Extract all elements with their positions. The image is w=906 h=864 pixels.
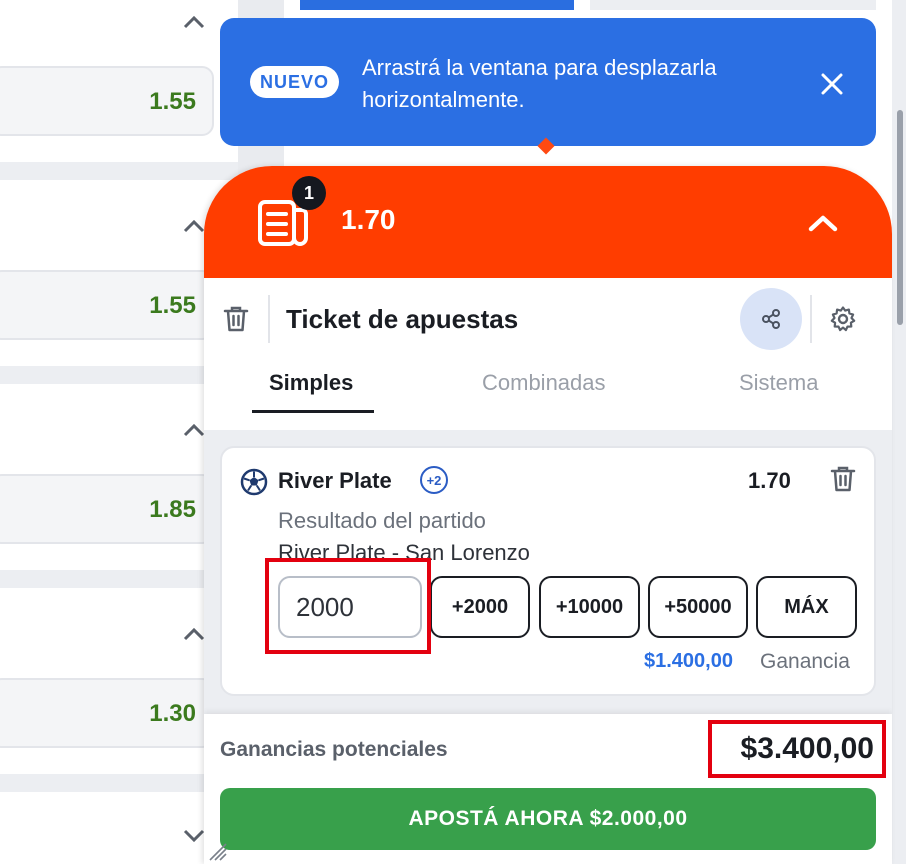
odds-value: 1.55 <box>149 88 196 115</box>
tab-combinadas[interactable]: Combinadas <box>482 370 606 396</box>
background-odds-list: 1.55 1.55 1.85 1.30 <box>0 0 238 864</box>
divider <box>810 295 812 343</box>
trash-icon <box>223 306 249 332</box>
close-icon <box>821 73 843 95</box>
market-card <box>0 792 238 864</box>
toast-message: Arrastrá la ventana para desplazarla hor… <box>362 55 717 112</box>
potential-winnings-highlight-box <box>708 720 886 778</box>
settings-button[interactable] <box>826 302 860 336</box>
slip-title: Ticket de apuestas <box>286 304 519 334</box>
remove-selection-button[interactable] <box>828 464 858 494</box>
market-name: Resultado del partido <box>278 508 486 533</box>
potential-winnings-label: Ganancias potenciales <box>220 738 448 761</box>
background-tab[interactable] <box>590 0 876 10</box>
more-selections-badge[interactable]: +2 <box>420 466 448 494</box>
close-toast-button[interactable] <box>814 66 850 102</box>
odds-button[interactable]: 1.55 <box>0 270 214 340</box>
clear-slip-button[interactable] <box>221 304 251 334</box>
selection-odds: 1.70 <box>748 468 791 493</box>
market-card: 1.55 <box>0 0 238 162</box>
chevron-up-icon <box>808 215 838 232</box>
odds-button[interactable]: 1.55 <box>0 66 214 136</box>
active-tab-indicator <box>252 410 374 413</box>
quick-stake-10000-button[interactable]: +10000 <box>539 576 640 638</box>
gain-label: Ganancia <box>760 650 850 673</box>
trash-icon <box>830 466 856 492</box>
soccer-ball-icon <box>240 468 268 496</box>
bet-slip-header[interactable]: 1 1.70 <box>204 166 892 278</box>
odds-value: 1.85 <box>149 496 196 523</box>
resize-handle-icon[interactable] <box>208 842 228 862</box>
market-card: 1.30 <box>0 588 238 774</box>
quick-stake-50000-button[interactable]: +50000 <box>648 576 748 638</box>
slip-toolbar: Ticket de apuestas <box>204 278 892 360</box>
selection-team: River Plate <box>278 468 392 493</box>
divider <box>268 295 270 343</box>
stake-highlight-box <box>265 558 431 654</box>
chevron-up-icon[interactable] <box>180 8 208 36</box>
share-button[interactable] <box>740 288 802 350</box>
market-card: 1.85 <box>0 384 238 570</box>
odds-button[interactable]: 1.30 <box>0 678 214 748</box>
max-stake-button[interactable]: MÁX <box>756 576 857 638</box>
new-badge: NUEVO <box>250 66 340 98</box>
gain-amount: $1.400,00 <box>644 650 733 672</box>
total-odds: 1.70 <box>341 204 396 235</box>
odds-value: 1.55 <box>149 292 196 319</box>
quick-stake-2000-button[interactable]: +2000 <box>430 576 530 638</box>
scrollbar-thumb[interactable] <box>897 110 903 325</box>
collapse-slip-button[interactable] <box>804 206 842 240</box>
selection-count-badge: 1 <box>292 176 326 210</box>
market-card: 1.55 <box>0 180 238 366</box>
drag-hint-toast: NUEVO Arrastrá la ventana para desplazar… <box>220 18 876 146</box>
tab-simples[interactable]: Simples <box>269 370 353 396</box>
place-bet-button[interactable]: APOSTÁ AHORA $2.000,00 <box>220 788 876 850</box>
share-icon <box>762 309 780 329</box>
odds-button[interactable]: 1.85 <box>0 474 214 544</box>
odds-value: 1.30 <box>149 700 196 727</box>
bet-type-tabs: Simples Combinadas Sistema <box>204 360 892 430</box>
tab-sistema[interactable]: Sistema <box>739 370 818 396</box>
background-tab-active[interactable] <box>300 0 574 10</box>
gear-icon <box>830 306 856 332</box>
